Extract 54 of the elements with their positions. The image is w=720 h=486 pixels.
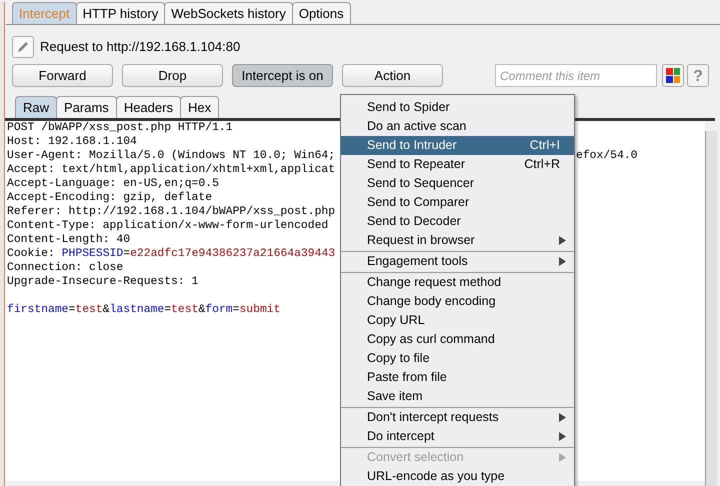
menu-item[interactable]: Send to Repeater Ctrl+R: [341, 155, 574, 174]
code-line: efox/54.0: [576, 149, 638, 163]
code-line: Content-Type: application/x-www-form-urlencoded: [7, 219, 328, 233]
menu-item[interactable]: Copy URL: [341, 311, 574, 330]
tab[interactable]: HTTP history: [76, 2, 166, 24]
menu-item[interactable]: Send to Comparer: [341, 193, 574, 212]
submenu-arrow-icon: [559, 257, 566, 266]
menu-item[interactable]: Send to Decoder: [341, 212, 574, 231]
comment-field[interactable]: Comment this item: [495, 64, 657, 87]
menu-item[interactable]: Do intercept: [341, 427, 574, 446]
code-line: Accept-Encoding: gzip, deflate: [7, 191, 212, 205]
tab[interactable]: Params: [56, 96, 117, 118]
request-label: Request to http://192.168.1.104:80: [40, 38, 240, 56]
menu-item[interactable]: Send to Intruder Ctrl+I: [341, 136, 574, 155]
submenu-arrow-icon: [559, 413, 566, 422]
menu-item[interactable]: Do an active scan: [341, 117, 574, 136]
code-line: firstname=test&lastname=test&form=submit: [7, 303, 280, 317]
code-line: Upgrade-Insecure-Requests: 1: [7, 275, 198, 289]
menu-item[interactable]: Request in browser: [341, 231, 574, 250]
menu-item[interactable]: Engagement tools: [341, 252, 574, 271]
pencil-icon[interactable]: [12, 36, 34, 58]
highlight-color-icon[interactable]: [662, 64, 684, 87]
code-line: User-Agent: Mozilla/5.0 (Windows NT 10.0; Win64;: [7, 149, 336, 163]
button[interactable]: Forward: [12, 64, 113, 87]
code-line: Connection: close: [7, 261, 124, 275]
code-line: Referer: http://192.168.1.104/bWAPP/xss_post.php: [7, 205, 336, 219]
button[interactable]: Action: [342, 64, 443, 87]
code-line: Accept: text/html,application/xhtml+xml,applicat: [7, 163, 336, 177]
menu-item[interactable]: Paste from file: [341, 368, 574, 387]
menu-item[interactable]: Save item: [341, 387, 574, 406]
tab[interactable]: Raw: [15, 96, 58, 118]
code-line: Content-Length: 40: [7, 233, 130, 247]
menu-item[interactable]: Copy to file: [341, 349, 574, 368]
tab[interactable]: Headers: [116, 96, 181, 118]
button[interactable]: Drop: [122, 64, 223, 87]
menu-item[interactable]: Change body encoding: [341, 292, 574, 311]
code-line: Accept-Language: en-US,en;q=0.5: [7, 177, 219, 191]
menu-item[interactable]: Don't intercept requests: [341, 408, 574, 427]
tab[interactable]: Options: [292, 2, 351, 24]
menu-item[interactable]: URL-encode as you type: [341, 467, 574, 486]
code-line: Host: 192.168.1.104: [7, 135, 137, 149]
code-line: Cookie: PHPSESSID=e22adfc17e94386237a21664a39443: [7, 247, 336, 261]
menu-item[interactable]: Copy as curl command: [341, 330, 574, 349]
tab[interactable]: Hex: [180, 96, 220, 118]
tab[interactable]: WebSockets history: [164, 2, 293, 24]
submenu-arrow-icon: [559, 236, 566, 245]
submenu-arrow-icon: [559, 432, 566, 441]
code-line: POST /bWAPP/xss_post.php HTTP/1.1: [7, 121, 233, 135]
button[interactable]: Intercept is on: [232, 64, 333, 87]
menu-item[interactable]: Change request method: [341, 273, 574, 292]
submenu-arrow-icon: [559, 453, 566, 462]
menu-item[interactable]: Send to Sequencer: [341, 174, 574, 193]
menu-item[interactable]: Send to Spider: [341, 98, 574, 117]
scrollbar[interactable]: [705, 131, 717, 486]
